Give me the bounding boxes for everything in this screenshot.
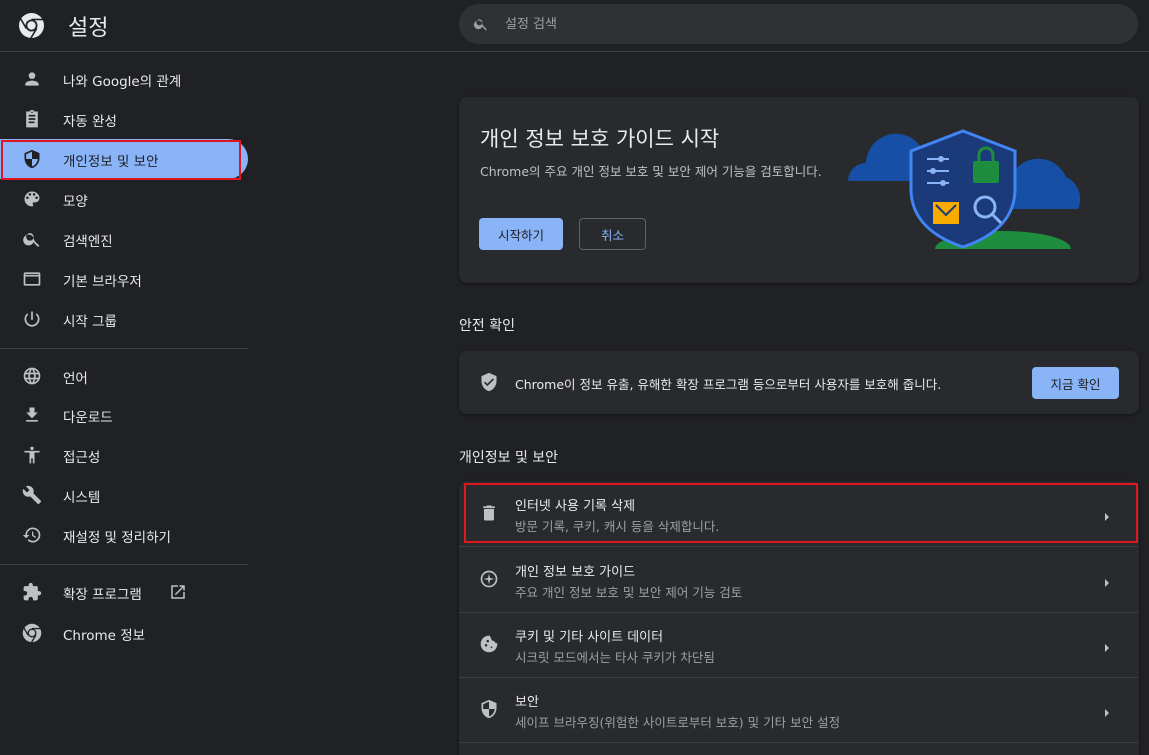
cookie-icon: [479, 634, 499, 654]
sidebar-item-label: 접근성: [63, 450, 101, 466]
privacy-guide-illustration: [843, 119, 1103, 267]
accessibility-icon: [22, 445, 42, 465]
row-privacy-guide[interactable]: 개인 정보 보호 가이드 주요 개인 정보 보호 및 보안 제어 기능 검토: [459, 547, 1138, 612]
sidebar-item-system[interactable]: 시스템: [0, 475, 248, 515]
privacy-section-card: 인터넷 사용 기록 삭제 방문 기록, 쿠키, 캐시 등을 삭제합니다. 개인 …: [459, 481, 1139, 755]
row-cookies[interactable]: 쿠키 및 기타 사이트 데이터 시크릿 모드에서는 타사 쿠키가 차단됨: [459, 612, 1138, 677]
sidebar-item-search-engine[interactable]: 검색엔진: [0, 219, 248, 259]
safety-check-description: Chrome이 정보 유출, 유해한 확장 프로그램 등으로부터 사용자를 보호…: [515, 377, 942, 392]
sidebar-item-google-account[interactable]: 나와 Google의 관계: [0, 59, 248, 99]
chevron-right-icon: [1102, 508, 1112, 521]
shield-check-icon: [479, 372, 499, 392]
privacy-guide-title: 개인 정보 보호 가이드 시작: [480, 127, 720, 151]
sidebar-item-label: 다운로드: [63, 410, 113, 426]
sidebar-item-label: 시스템: [63, 490, 101, 506]
chevron-right-icon: [1102, 639, 1112, 652]
sidebar-item-appearance[interactable]: 모양: [0, 179, 248, 219]
sidebar-item-label: 나와 Google의 관계: [63, 74, 182, 90]
open-in-new-icon: [169, 583, 187, 601]
sidebar-item-on-startup[interactable]: 시작 그룹: [0, 299, 248, 339]
chrome-logo-icon: [18, 12, 45, 39]
search-icon: [473, 19, 487, 31]
sidebar-item-label: 시작 그룹: [63, 314, 117, 330]
shield-icon: [22, 149, 42, 169]
chevron-right-icon: [1102, 574, 1112, 587]
clipboard-icon: [22, 109, 42, 129]
top-bar: 설정: [0, 0, 1149, 52]
row-subtitle: 세이프 브라우징(위험한 사이트로부터 보호) 및 기타 보안 설정: [515, 715, 841, 730]
row-subtitle: 방문 기록, 쿠키, 캐시 등을 삭제합니다.: [515, 519, 720, 534]
row-subtitle: 주요 개인 정보 보호 및 보안 제어 기능 검토: [515, 585, 743, 600]
row-title: 보안: [515, 695, 539, 710]
sidebar-item-extensions[interactable]: 확장 프로그램: [0, 572, 248, 612]
sidebar-item-label: 개인정보 및 보안: [63, 154, 159, 170]
browser-window-icon: [22, 269, 42, 289]
sidebar-item-label: 언어: [63, 371, 88, 387]
safety-check-heading: 안전 확인: [459, 318, 515, 334]
sidebar-item-accessibility[interactable]: 접근성: [0, 435, 248, 475]
sidebar: 나와 Google의 관계 자동 완성 개인정보 및 보안 모양 검색엔진 기본…: [0, 52, 250, 755]
sidebar-divider: [0, 348, 248, 349]
chrome-logo-icon: [22, 623, 42, 643]
palette-icon: [22, 189, 42, 209]
sidebar-divider: [0, 564, 248, 565]
sidebar-item-label: 재설정 및 정리하기: [63, 530, 171, 546]
cancel-button[interactable]: 취소: [579, 218, 646, 250]
shield-icon: [479, 699, 499, 719]
settings-search-bar[interactable]: [459, 4, 1138, 44]
row-title: 쿠키 및 기타 사이트 데이터: [515, 630, 664, 645]
chevron-right-icon: [1102, 704, 1112, 717]
sidebar-item-reset[interactable]: 재설정 및 정리하기: [0, 515, 248, 555]
sidebar-item-label: 검색엔진: [63, 234, 113, 250]
trash-icon: [479, 503, 499, 523]
sidebar-item-label: Chrome 정보: [63, 628, 146, 644]
sidebar-item-default-browser[interactable]: 기본 브라우저: [0, 259, 248, 299]
sidebar-item-label: 모양: [63, 194, 88, 210]
privacy-guide-description: Chrome의 주요 개인 정보 보호 및 보안 제어 기능을 검토합니다.: [480, 164, 822, 179]
person-icon: [22, 69, 42, 89]
check-now-button[interactable]: 지금 확인: [1032, 367, 1119, 399]
row-subtitle: 시크릿 모드에서는 타사 쿠키가 차단됨: [515, 650, 715, 665]
sidebar-item-label: 기본 브라우저: [63, 274, 142, 290]
search-input[interactable]: [505, 4, 1105, 44]
compass-icon: [479, 569, 499, 589]
row-title: 개인 정보 보호 가이드: [515, 565, 636, 580]
sidebar-item-label: 자동 완성: [63, 114, 117, 130]
row-clear-browsing-data[interactable]: 인터넷 사용 기록 삭제 방문 기록, 쿠키, 캐시 등을 삭제합니다.: [459, 481, 1138, 546]
row-security[interactable]: 보안 세이프 브라우징(위험한 사이트로부터 보호) 및 기타 보안 설정: [459, 677, 1138, 742]
row-title: 인터넷 사용 기록 삭제: [515, 499, 636, 514]
sidebar-item-languages[interactable]: 언어: [0, 356, 248, 396]
restore-icon: [22, 525, 42, 545]
power-icon: [22, 309, 42, 329]
sidebar-item-privacy-security[interactable]: 개인정보 및 보안: [0, 139, 248, 179]
privacy-guide-card: 개인 정보 보호 가이드 시작 Chrome의 주요 개인 정보 보호 및 보안…: [459, 97, 1139, 283]
wrench-icon: [22, 485, 42, 505]
sidebar-item-about-chrome[interactable]: Chrome 정보: [0, 613, 248, 653]
globe-icon: [22, 366, 42, 386]
search-icon: [22, 229, 42, 249]
page-title: 설정: [68, 16, 109, 41]
sidebar-item-label: 확장 프로그램: [63, 587, 142, 603]
safety-check-card: Chrome이 정보 유출, 유해한 확장 프로그램 등으로부터 사용자를 보호…: [459, 351, 1139, 414]
puzzle-icon: [22, 582, 42, 602]
privacy-section-heading: 개인정보 및 보안: [459, 450, 559, 466]
sidebar-item-downloads[interactable]: 다운로드: [0, 395, 248, 435]
sidebar-item-autofill[interactable]: 자동 완성: [0, 99, 248, 139]
row-separator: [459, 742, 1138, 743]
download-icon: [22, 405, 42, 425]
start-button[interactable]: 시작하기: [479, 218, 563, 250]
